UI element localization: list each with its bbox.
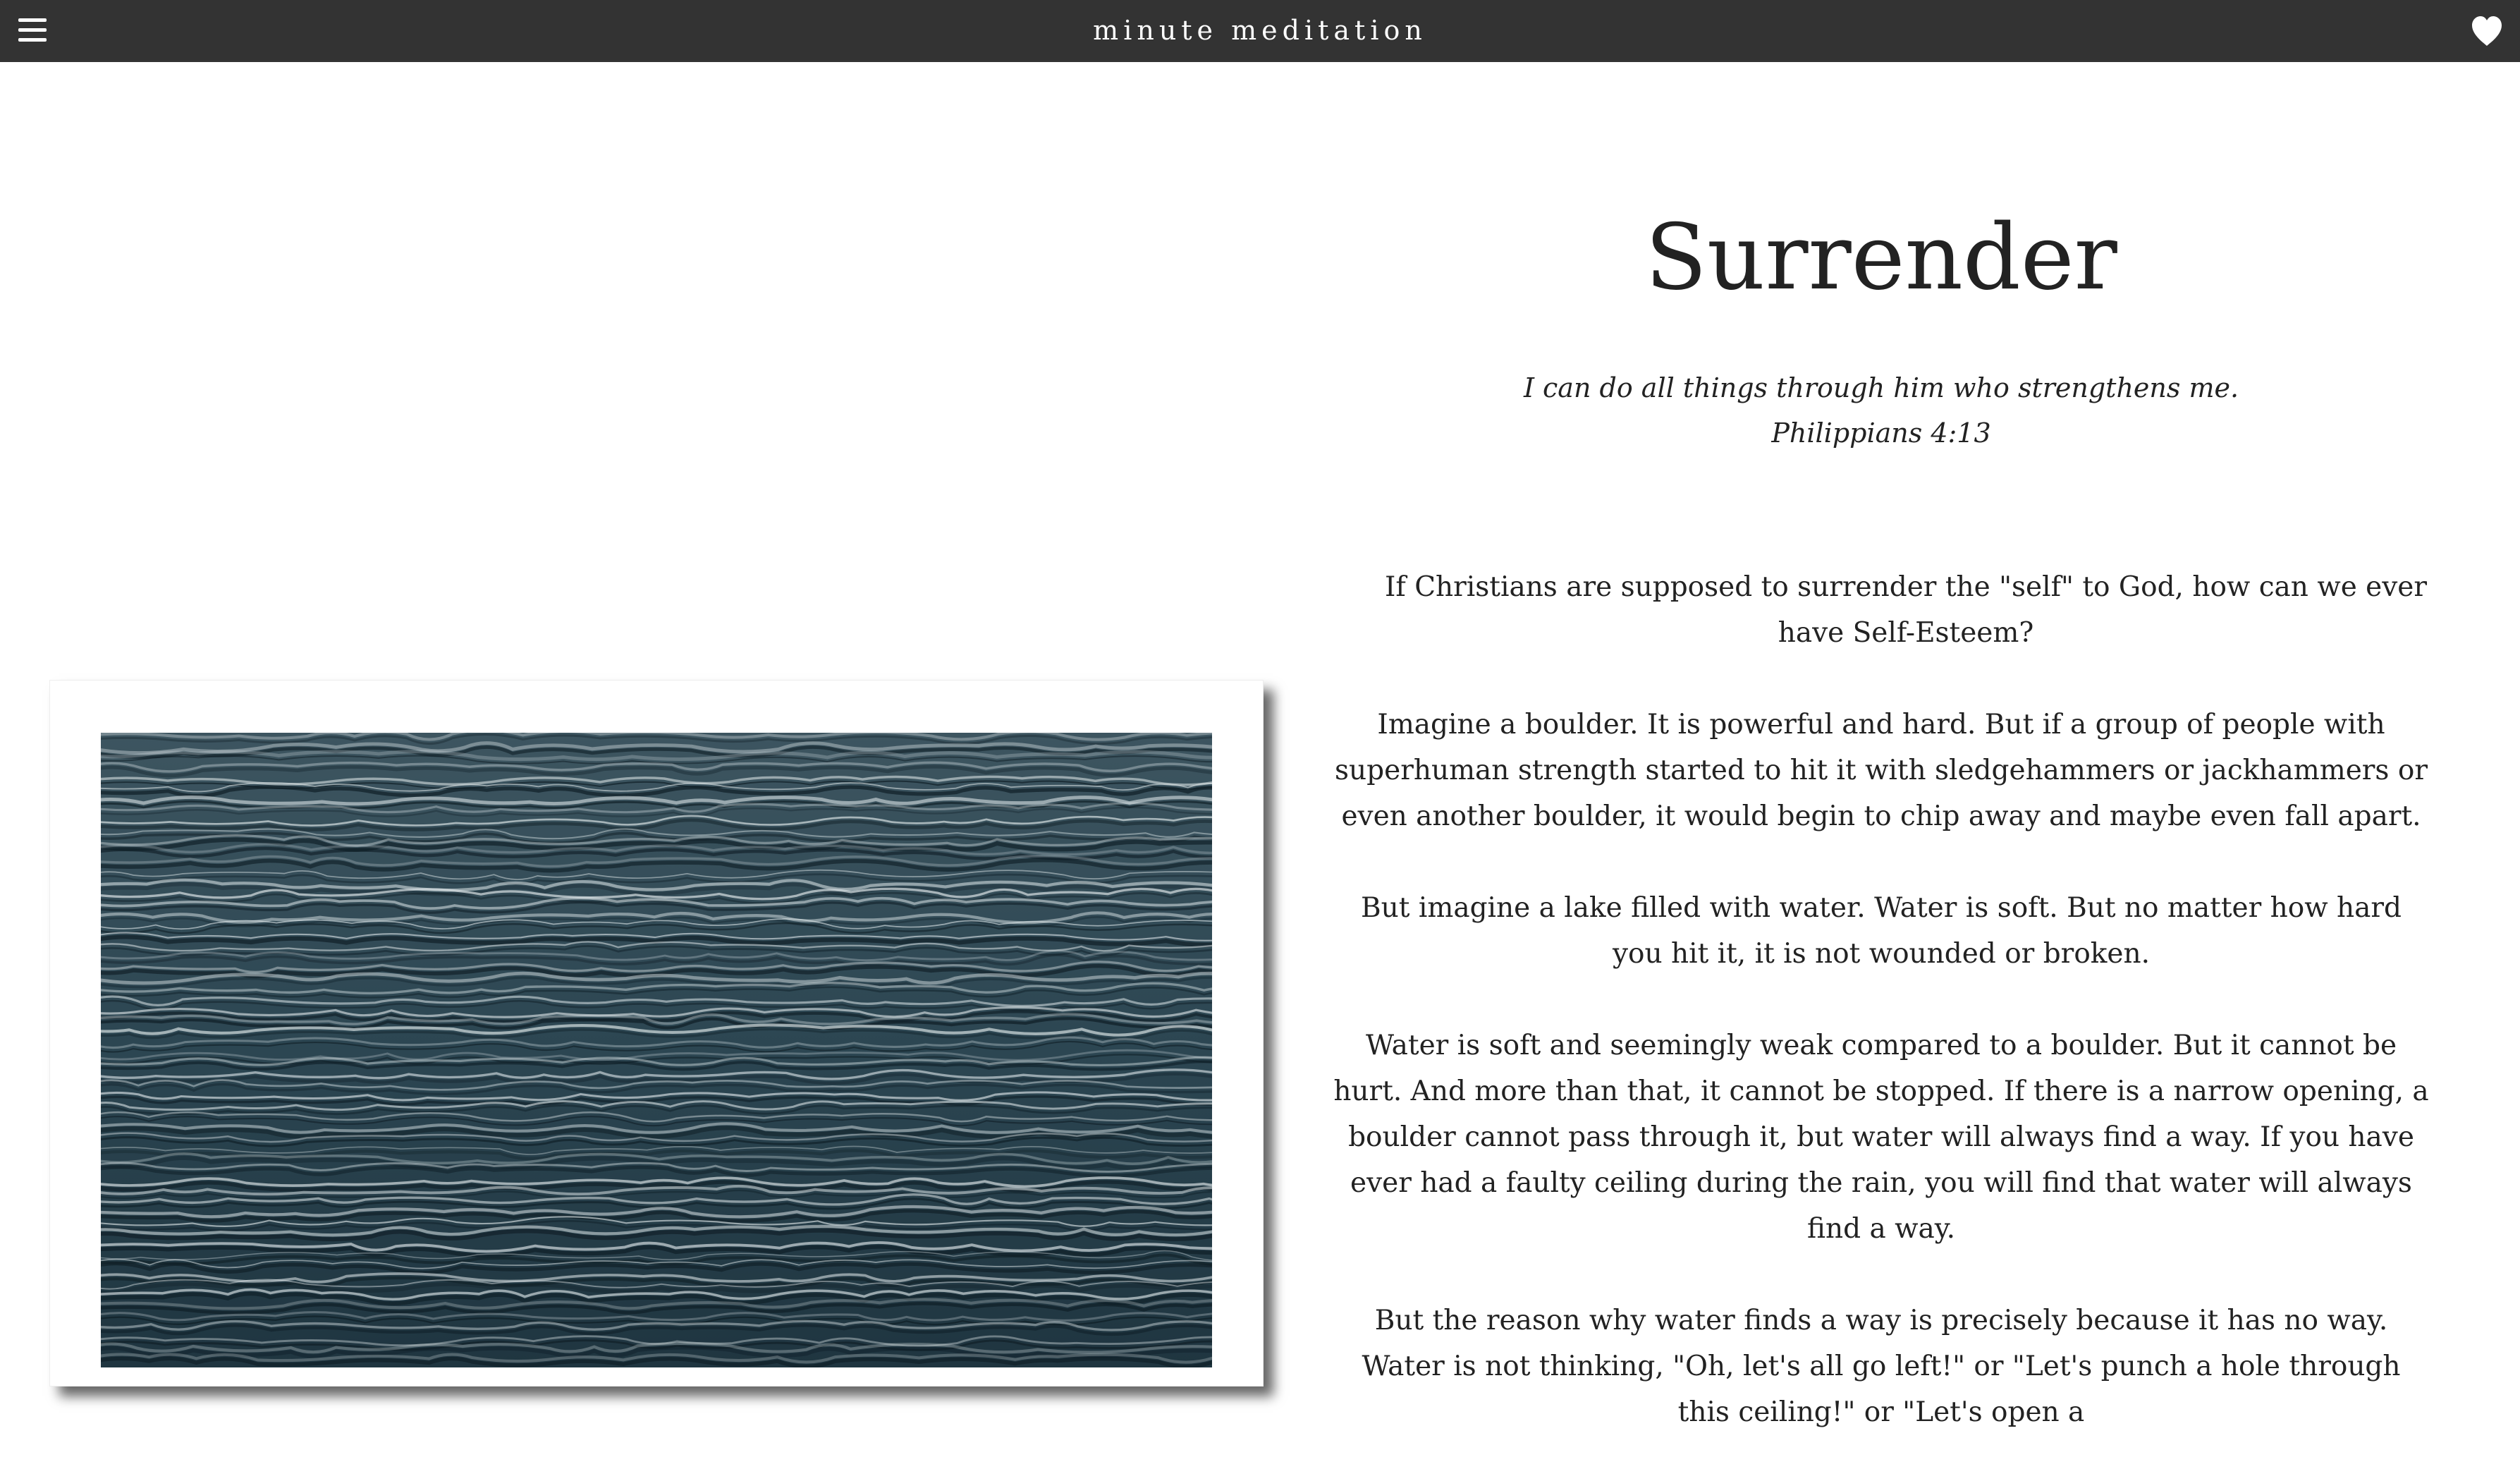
paragraph: If Christians are supposed to surrender … (1384, 571, 2428, 649)
heart-icon[interactable] (2469, 14, 2504, 48)
top-navigation-bar: minute meditation (0, 0, 2520, 62)
paragraph: But the reason why water finds a way is … (1362, 1305, 2401, 1428)
water-ripples-graphic (101, 733, 1212, 1367)
article-body: If Christians are supposed to surrender … (1333, 564, 2430, 1481)
paragraph: Imagine a boulder. It is powerful and ha… (1335, 709, 2428, 832)
image-frame (49, 680, 1264, 1386)
verse-reference: Philippians 4:13 (1771, 418, 1991, 449)
heart-icon-graphic (2472, 16, 2502, 46)
site-title[interactable]: minute meditation (0, 0, 2520, 62)
water-photo (101, 733, 1212, 1367)
paragraph: But imagine a lake filled with water. Wa… (1361, 892, 2402, 970)
scripture-quote: I can do all things through him who stre… (1311, 365, 2451, 456)
verse-text: I can do all things through him who stre… (1523, 372, 2239, 403)
paragraph: Water is soft and seemingly weak compare… (1333, 1030, 2429, 1245)
article-title: Surrender (1645, 205, 2117, 310)
